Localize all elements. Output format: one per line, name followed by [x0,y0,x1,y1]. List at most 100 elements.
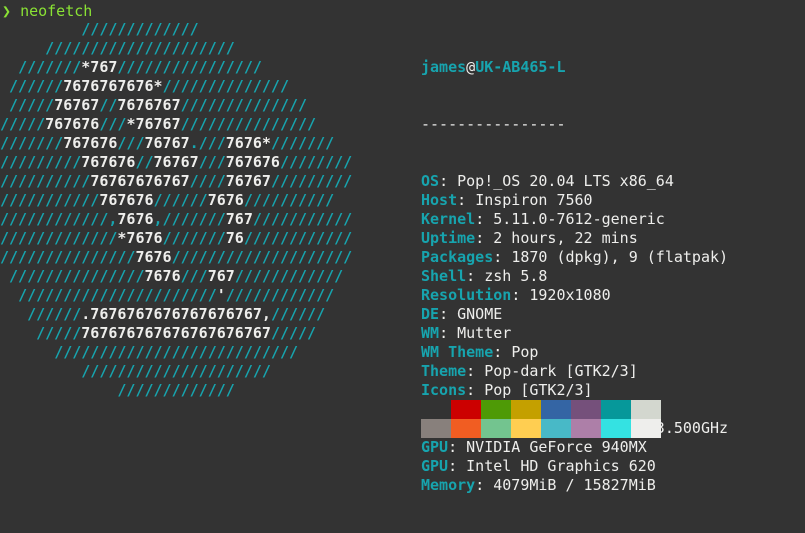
palette-bright-swatch [511,419,541,438]
logo-highlight: 76767 [144,134,190,152]
logo-highlight: 767676 [225,153,280,171]
info-value: Pop!_OS 20.04 LTS x86_64 [457,172,674,190]
logo-line: //////////76767676767////76767///////// [0,172,352,191]
logo-highlight: 767676 [99,191,154,209]
logo-highlight: .7676767676767676767, [81,305,271,323]
logo-line: //////////////////////'//////////// [0,286,352,305]
logo-slashes: /////////// [252,210,353,228]
logo-line: /////////767676//76767///767676//////// [0,153,352,172]
logo-highlight: 7676767 [117,96,181,114]
prompt-command: neofetch [20,2,93,20]
logo-slashes: /// [117,134,145,152]
logo-highlight: 7676 [135,248,172,266]
palette-bright-swatch [481,419,511,438]
logo-highlight: 767 [225,210,253,228]
info-value: Pop [511,343,539,361]
logo-slashes [0,286,18,304]
logo-slashes: //////////// [234,267,344,285]
logo-highlight: 767 [207,267,235,285]
info-key: Host [421,191,458,209]
logo-slashes [0,39,45,57]
info-value: Pop-dark [GTK2/3] [484,362,638,380]
info-key: WM [421,324,440,342]
info-key: DE [421,305,440,323]
terminal-window[interactable]: ❯ neofetch ///////////// ///////////////… [0,0,805,494]
logo-slashes: //////// [279,153,353,171]
logo-line: ///////////////7676///767//////////// [0,267,352,286]
info-key: GPU [421,438,449,456]
logo-line: ///////767676///76767.///7676*/////// [0,134,352,153]
palette-normal-swatch [451,400,481,419]
palette-bright-swatch [421,419,451,438]
palette-bright-swatch [571,419,601,438]
palette-bright-row [421,419,661,438]
info-value: 4079MiB / 15827MiB [493,476,656,494]
logo-slashes: ////////// [0,172,91,190]
logo-slashes: /////////////// [9,267,145,285]
logo-line: ///////////// [0,20,352,39]
logo-slashes: // [135,153,154,171]
logo-highlight: 7676* [225,134,271,152]
logo-slashes: ///// [36,324,82,342]
logo-slashes [0,381,117,399]
info-row: WM Theme: Pop [421,343,539,361]
logo-slashes: //////////////// [117,58,262,76]
logo-line: ///////////767676//////7676////////// [0,191,352,210]
info-key: Icons [421,381,467,399]
logo-slashes: /////////////// [0,248,136,266]
info-row: Shell: zsh 5.8 [421,267,548,285]
logo-line: ///////////////////// [0,362,352,381]
logo-slashes: ///////////// [117,381,235,399]
info-row: Host: Inspiron 7560 [421,191,593,209]
palette-bright-swatch [631,419,661,438]
info-value: GNOME [457,305,503,323]
info-value: 5.11.0-7612-generic [493,210,665,228]
user-host-line: james@UK-AB465-L [421,58,728,77]
logo-slashes: /// [180,267,208,285]
palette-normal-swatch [631,400,661,419]
separator-line: ---------------- [421,115,566,133]
logo-slashes: ////// [9,77,64,95]
logo-line: /////767676767676767676767///// [0,324,352,343]
info-value: 1870 (dpkg), 9 (flatpak) [511,248,729,266]
logo-highlight: 76767 [54,96,100,114]
info-key: Uptime [421,229,476,247]
logo-slashes [0,77,9,95]
palette-normal-swatch [571,400,601,419]
info-row: Memory: 4079MiB / 15827MiB [421,476,656,494]
palette-normal-row [421,400,661,419]
palette-normal-swatch [601,400,631,419]
logo-slashes: ///// [9,96,55,114]
info-row: Theme: Pop-dark [GTK2/3] [421,362,638,380]
logo-slashes [0,58,18,76]
info-key: GPU [421,457,449,475]
logo-slashes: ////// [153,191,208,209]
info-value: Mutter [457,324,512,342]
info-key: OS [421,172,440,190]
logo-highlight: *7676 [117,229,163,247]
info-key: Resolution [421,286,512,304]
logo-slashes: /////// [270,134,335,152]
palette-normal-swatch [511,400,541,419]
info-value: NVIDIA GeForce 940MX [466,438,647,456]
logo-line: ////////////,7676,///////767/////////// [0,210,352,229]
info-value: 2 hours, 22 mins [493,229,638,247]
info-value: zsh 5.8 [484,267,548,285]
logo-slashes: ./// [189,134,226,152]
info-key: Theme [421,362,467,380]
palette-normal-swatch [481,400,511,419]
logo-line: ///////////////7676//////////////////// [0,248,352,267]
logo-highlight: 76767676767 [90,172,190,190]
logo-slashes: /// [198,153,226,171]
logo-slashes [0,305,27,323]
info-value: Pop [GTK2/3] [484,381,593,399]
logo-slashes: ,/////// [153,210,226,228]
distro-ascii-logo: ///////////// ///////////////////// ////… [0,20,352,400]
logo-highlight: 7676 [144,267,181,285]
info-value: 1920x1080 [529,286,611,304]
hostname: UK-AB465-L [475,58,566,76]
logo-slashes: /// [99,115,127,133]
logo-slashes: //////////// [243,229,353,247]
logo-slashes [0,343,54,361]
logo-slashes: ////// [27,305,82,323]
